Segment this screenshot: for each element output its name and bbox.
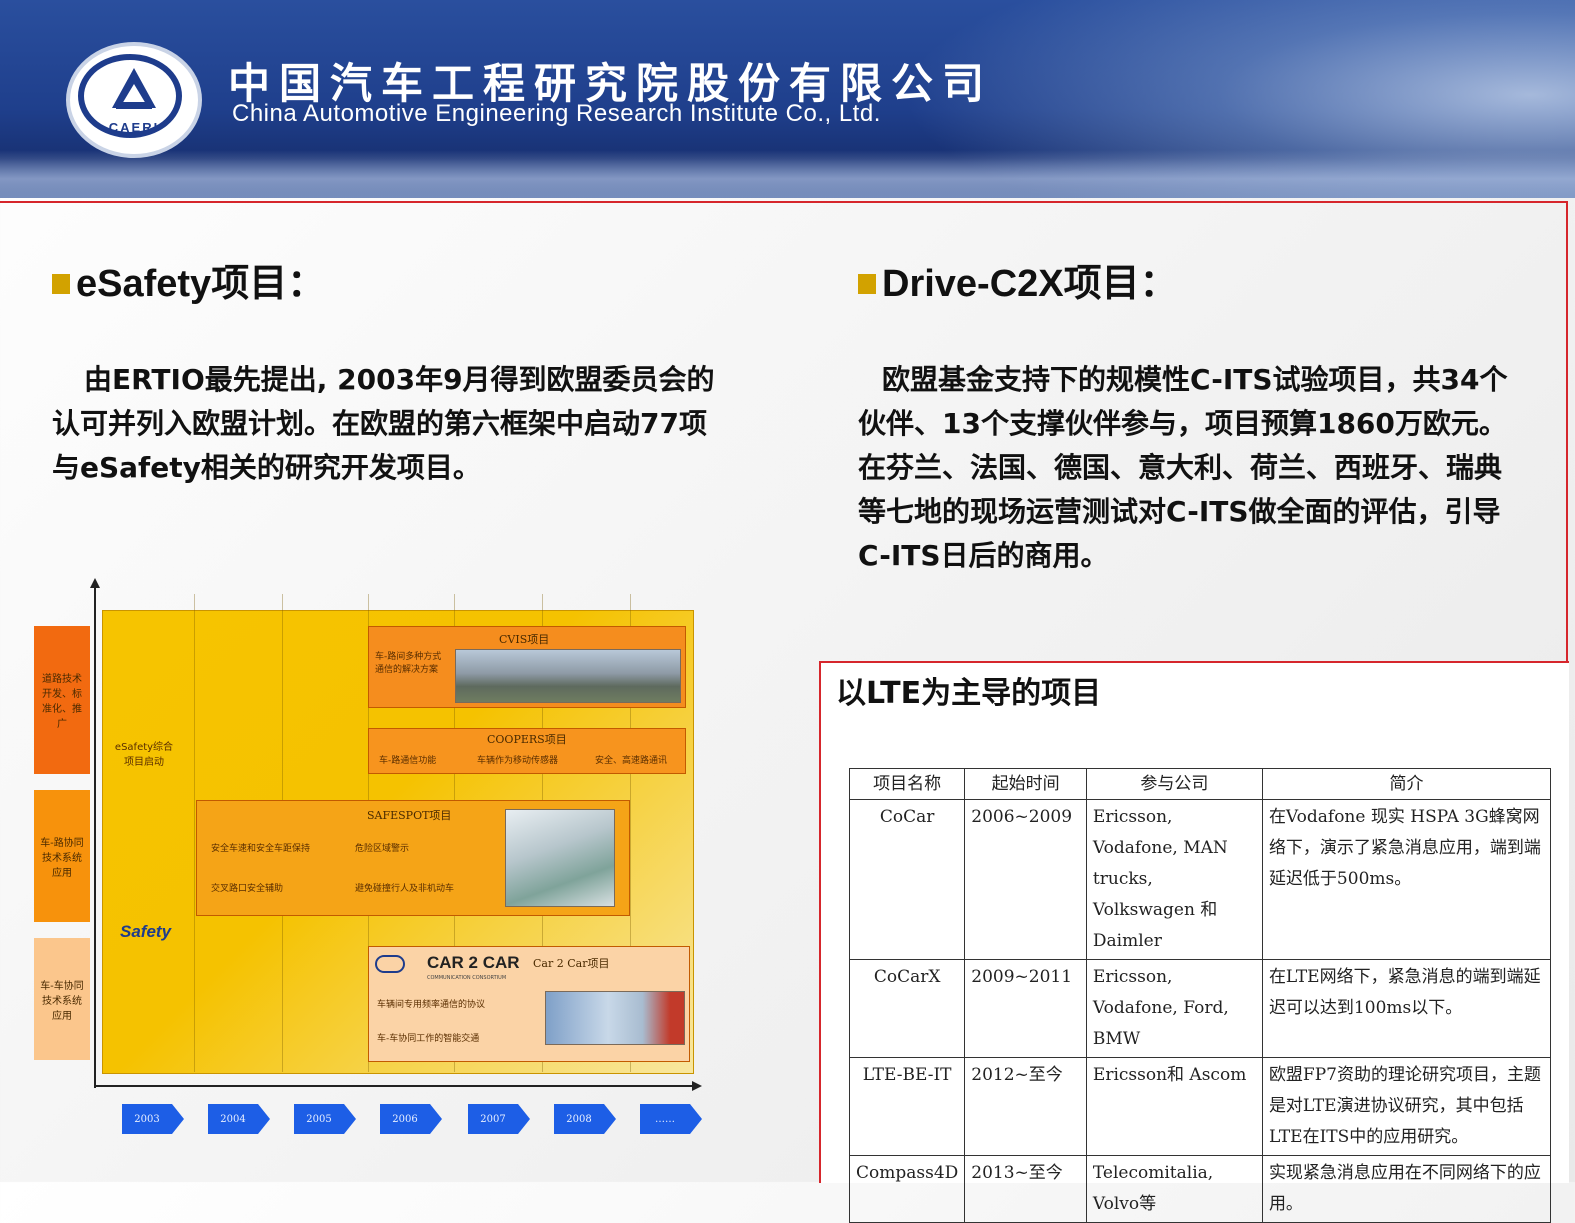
category-v2i: 车-路协同技术系统应用 — [34, 790, 90, 922]
year-label: …… — [640, 1104, 690, 1134]
esafety-timeline-diagram: 道路技术开发、标准化、推广 车-路协同技术系统应用 车-车协同技术系统应用 eS… — [30, 578, 710, 1148]
drive-line: 伙伴、13个支撑伙伴参与，项目预算1860万欧元。 — [858, 407, 1507, 440]
cvis-title: CVIS项目 — [499, 633, 550, 646]
companies-cell: Ericsson和 Ascom — [1085, 1057, 1263, 1156]
table-row: CoCar 2006~2009 Ericsson, Vodafone, MAN … — [848, 799, 1552, 960]
description-cell: 欧盟FP7资助的理论研究项目，主题是对LTE演进协议研究，其中包括LTE在ITS… — [1261, 1057, 1552, 1156]
companies-cell: Telecomitalia, Volvo等 — [1085, 1155, 1263, 1223]
description-cell: 实现紧急消息应用在不同网络下的应用。 — [1261, 1155, 1552, 1223]
square-bullet-icon — [858, 274, 876, 294]
year-marker: 2006 — [380, 1102, 442, 1136]
car2car-item: 车辆间专用频率通信的协议 — [377, 1000, 486, 1010]
table-header-row: 项目名称 起始时间 参与公司 简介 — [848, 768, 1552, 800]
start-time-cell: 2012~至今 — [964, 1057, 1087, 1156]
car2car-bar: CAR 2 CAR COMMUNICATION CONSORTIUM Car 2… — [368, 946, 690, 1062]
coopers-item: 车辆作为移动传感器 — [477, 756, 559, 766]
start-time-cell: 2013~至今 — [964, 1155, 1087, 1223]
column-header: 项目名称 — [848, 768, 966, 800]
table-row: LTE-BE-IT 2012~至今 Ericsson和 Ascom 欧盟FP7资… — [848, 1057, 1552, 1156]
frame-line-right — [1566, 201, 1568, 661]
safespot-item: 危险区域警示 — [355, 844, 410, 854]
year-marker: 2007 — [468, 1102, 530, 1136]
year-label: 2006 — [380, 1104, 430, 1134]
safespot-title: SAFESPOT项目 — [367, 809, 452, 822]
year-marker: 2004 — [208, 1102, 270, 1136]
companies-cell: Ericsson, Vodafone, Ford, BMW — [1085, 959, 1263, 1058]
project-name-cell: Compass4D — [848, 1155, 966, 1223]
esafety-logo: Safety — [120, 922, 172, 941]
esafety-line: 与eSafety相关的研究开发项目。 — [52, 451, 481, 484]
square-bullet-icon — [52, 274, 70, 294]
banner-stripe — [0, 150, 1575, 198]
table-row: CoCarX 2009~2011 Ericsson, Vodafone, For… — [848, 959, 1552, 1058]
safespot-item: 交叉路口安全辅助 — [211, 884, 284, 894]
drive-line: 在芬兰、法国、德国、意大利、荷兰、西班牙、瑞典 — [858, 451, 1503, 484]
project-name-cell: CoCar — [848, 799, 966, 960]
esafety-title: eSafety项目： — [76, 263, 326, 305]
company-name-en: China Automotive Engineering Research In… — [232, 100, 881, 127]
coopers-item: 安全、高速路通讯 — [595, 756, 668, 766]
y-axis — [94, 586, 96, 1088]
esafety-paragraph: 由ERTIO最先提出, 2003年9月得到欧盟委员会的 认可并列入欧盟计划。在欧… — [52, 358, 715, 490]
logo-text: CAERI — [108, 120, 160, 135]
start-time-cell: 2009~2011 — [964, 959, 1087, 1058]
year-marker: …… — [640, 1102, 702, 1136]
category-road-tech: 道路技术开发、标准化、推广 — [34, 626, 90, 774]
drive-c2x-title: Drive-C2X项目： — [882, 263, 1178, 305]
project-name-cell: LTE-BE-IT — [848, 1057, 966, 1156]
car2car-photo — [545, 991, 685, 1045]
x-axis — [94, 1085, 694, 1087]
coopers-bar: COOPERS项目 车-路通信功能 车辆作为移动传感器 安全、高速路通讯 — [368, 728, 686, 774]
drive-c2x-heading: Drive-C2X项目： — [858, 252, 1178, 307]
year-marker: 2005 — [294, 1102, 356, 1136]
frame-line-top — [0, 201, 1568, 203]
year-label: 2005 — [294, 1104, 344, 1134]
project-name-cell: CoCarX — [848, 959, 966, 1058]
esafety-line: 由ERTIO最先提出, 2003年9月得到欧盟委员会的 — [84, 363, 715, 396]
year-label: 2007 — [468, 1104, 518, 1134]
cvis-photo — [455, 649, 681, 703]
esafety-heading: eSafety项目： — [52, 252, 325, 307]
year-gridline — [194, 594, 195, 1072]
table-row: Compass4D 2013~至今 Telecomitalia, Volvo等 … — [848, 1155, 1552, 1223]
column-header: 简介 — [1261, 768, 1552, 800]
lte-projects-table: 项目名称 起始时间 参与公司 简介 CoCar 2006~2009 Ericss… — [848, 768, 1552, 1223]
car2car-title: Car 2 Car项目 — [533, 957, 610, 970]
drive-c2x-paragraph: 欧盟基金支持下的规模性C-ITS试验项目，共34个 伙伴、13个支撑伙伴参与，项… — [858, 358, 1507, 578]
year-marker: 2003 — [122, 1102, 184, 1136]
year-label: 2004 — [208, 1104, 258, 1134]
column-header: 起始时间 — [964, 768, 1087, 800]
safespot-photo — [505, 809, 615, 907]
esafety-start-label: eSafety综合项目启动 — [114, 742, 174, 768]
car2car-logo: CAR 2 CAR — [427, 953, 520, 972]
x-axis-arrow — [692, 1081, 702, 1091]
cvis-bar: CVIS项目 车-路间多种方式通信的解决方案 — [368, 626, 686, 708]
car-icon — [375, 955, 405, 973]
category-v2v: 车-车协同技术系统应用 — [34, 938, 90, 1060]
car2car-item: 车-车协同工作的智能交通 — [377, 1034, 480, 1044]
year-marker: 2008 — [554, 1102, 616, 1136]
cvis-text: 车-路间多种方式通信的解决方案 — [375, 652, 442, 675]
safespot-item: 避免碰撞行人及非机动车 — [355, 884, 455, 894]
header-banner: CAERI 中国汽车工程研究院股份有限公司 China Automotive E… — [0, 0, 1575, 198]
lte-title: 以LTE为主导的项目 — [836, 676, 1102, 711]
companies-cell: Ericsson, Vodafone, MAN trucks, Volkswag… — [1085, 799, 1263, 960]
description-cell: 在LTE网络下，紧急消息的端到端延迟可以达到100ms以下。 — [1261, 959, 1552, 1058]
description-cell: 在Vodafone 现实 HSPA 3G蜂窝网络下，演示了紧急消息应用，端到端延… — [1261, 799, 1552, 960]
safespot-bar: SAFESPOT项目 安全车速和安全车距保持 危险区域警示 交叉路口安全辅助 避… — [196, 800, 630, 916]
drive-line: 等七地的现场运营测试对C-ITS做全面的评估，引导 — [858, 495, 1501, 528]
coopers-title: COOPERS项目 — [487, 733, 567, 746]
drive-line: C-ITS日后的商用。 — [858, 539, 1109, 572]
column-header: 参与公司 — [1085, 768, 1263, 800]
caeri-logo: CAERI — [66, 42, 202, 158]
drive-line: 欧盟基金支持下的规模性C-ITS试验项目，共34个 — [882, 363, 1508, 396]
safespot-item: 安全车速和安全车距保持 — [211, 844, 311, 854]
year-label: 2008 — [554, 1104, 604, 1134]
start-time-cell: 2006~2009 — [964, 799, 1087, 960]
car2car-logo-sub: COMMUNICATION CONSORTIUM — [427, 975, 507, 981]
esafety-line: 认可并列入欧盟计划。在欧盟的第六框架中启动77项 — [52, 407, 707, 440]
year-label: 2003 — [122, 1104, 172, 1134]
coopers-item: 车-路通信功能 — [379, 756, 437, 766]
